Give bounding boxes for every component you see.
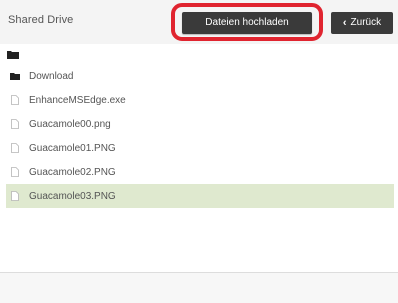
file-list: Download EnhanceMSEdge.exe Guacamole00.png… — [6, 64, 394, 208]
file-item[interactable]: Guacamole00.png — [6, 112, 394, 136]
file-name: Guacamole02.PNG — [29, 166, 116, 178]
file-item[interactable]: Guacamole02.PNG — [6, 160, 394, 184]
panel-header: Shared Drive Dateien hochladen ‹ Zurück — [0, 0, 398, 44]
file-icon — [11, 119, 19, 129]
file-icon — [11, 95, 19, 105]
folder-icon — [10, 73, 20, 80]
back-button[interactable]: ‹ Zurück — [331, 12, 393, 34]
file-name: Guacamole00.png — [29, 118, 111, 130]
panel-footer — [0, 273, 398, 303]
folder-item[interactable]: Download — [6, 64, 394, 88]
file-icon — [11, 167, 19, 177]
file-item[interactable]: Guacamole01.PNG — [6, 136, 394, 160]
file-name: Guacamole01.PNG — [29, 142, 116, 154]
file-icon — [11, 191, 19, 201]
file-item[interactable]: Guacamole03.PNG — [6, 184, 394, 208]
file-icon — [11, 143, 19, 153]
file-name: Guacamole03.PNG — [29, 190, 116, 202]
file-name: EnhanceMSEdge.exe — [29, 94, 126, 106]
file-item[interactable]: EnhanceMSEdge.exe — [6, 88, 394, 112]
chevron-left-icon: ‹ — [342, 17, 347, 29]
panel-title: Shared Drive — [8, 14, 74, 26]
shared-drive-panel: Shared Drive Dateien hochladen ‹ Zurück … — [0, 0, 398, 303]
folder-up-icon[interactable] — [7, 50, 19, 59]
file-name: Download — [29, 70, 74, 82]
upload-files-button[interactable]: Dateien hochladen — [182, 12, 312, 34]
back-button-label: Zurück — [350, 17, 382, 28]
